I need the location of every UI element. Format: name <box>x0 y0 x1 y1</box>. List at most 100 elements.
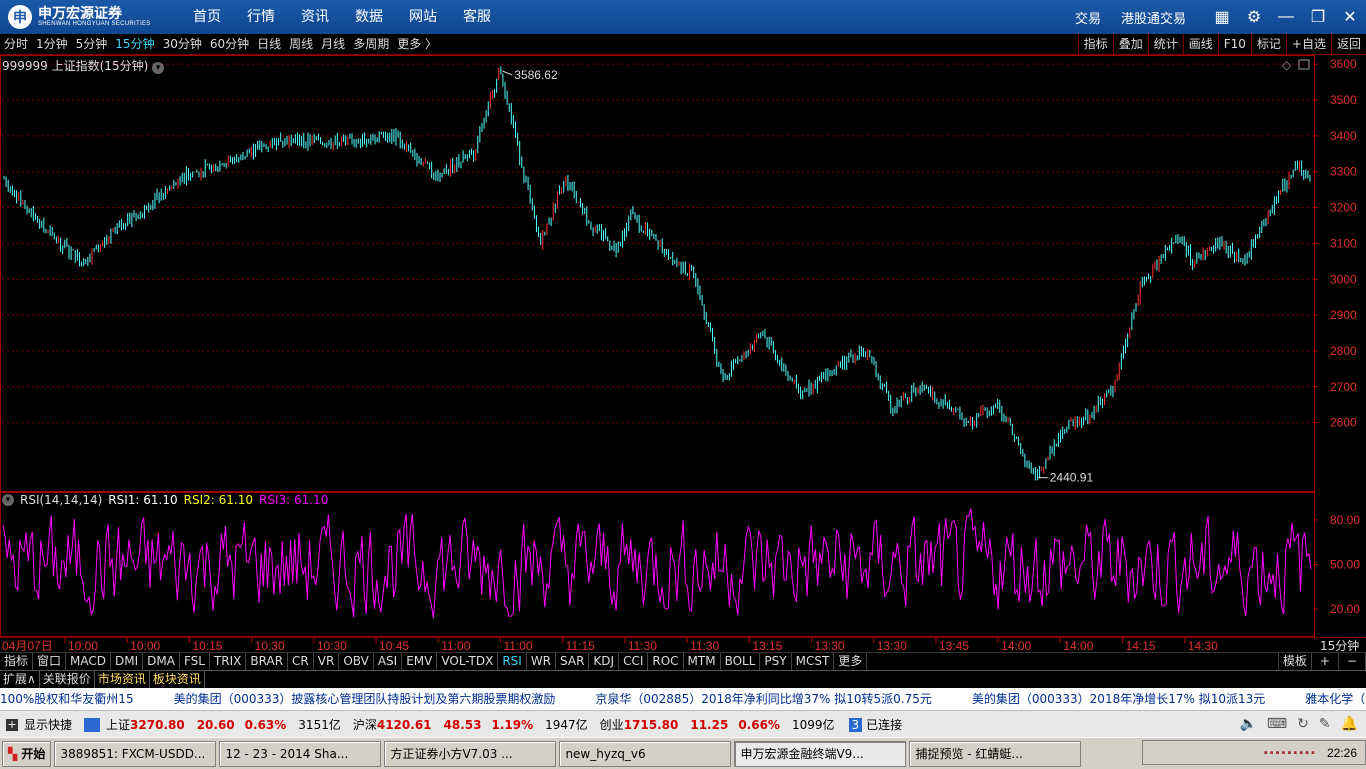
period-tab[interactable]: 1分钟 <box>32 34 72 54</box>
sound-icon[interactable]: 🔈 <box>1239 716 1256 732</box>
diamond-icon[interactable]: ◇ <box>1282 58 1292 72</box>
period-tab[interactable]: 更多 〉 <box>393 34 441 54</box>
template-button[interactable]: 模板 <box>1277 653 1312 670</box>
remove-icon[interactable]: − <box>1339 653 1366 670</box>
grid-icon[interactable]: ▦ <box>1211 6 1233 28</box>
nav-item[interactable]: 资讯 <box>288 0 342 34</box>
indicator-tab[interactable]: 窗口 <box>33 653 67 670</box>
indicator-tab[interactable]: MCST <box>792 653 835 670</box>
info-tab[interactable]: 板块资讯 <box>150 671 205 688</box>
indicator-tab[interactable]: RSI <box>498 653 527 670</box>
news-item[interactable]: 京泉华（002885）2018年净利同比增37% 拟10转5派0.75元 <box>595 692 931 706</box>
indicator-tab[interactable]: 指标 <box>0 653 34 670</box>
indicator-tab[interactable]: WR <box>527 653 557 670</box>
period-tab[interactable]: 周线 <box>285 34 317 54</box>
tool-icon[interactable]: ✎ <box>1319 716 1331 732</box>
tool-button[interactable]: 返回 <box>1330 34 1366 54</box>
nav-item[interactable]: 首页 <box>180 0 234 34</box>
rsi-title: ▾ RSI(14,14,14) RSI1: 61.10 RSI2: 61.10 … <box>2 493 328 507</box>
minimize-icon[interactable]: — <box>1275 6 1297 28</box>
indicator-tab[interactable]: OBV <box>339 653 374 670</box>
indicator-tab[interactable]: 更多 <box>834 653 868 670</box>
indicator-tab[interactable]: ROC <box>648 653 684 670</box>
period-tab[interactable]: 30分钟 <box>159 34 206 54</box>
indicator-tab[interactable]: CCI <box>619 653 649 670</box>
indicator-tab[interactable]: VOL-TDX <box>437 653 499 670</box>
y-tick-label: 3100 <box>1330 236 1357 250</box>
indicator-tab[interactable]: EMV <box>402 653 438 670</box>
gear-icon[interactable]: ⚙ <box>1243 6 1265 28</box>
indicator-tab[interactable]: CR <box>288 653 314 670</box>
rsi-chart[interactable]: 80.00 50.00 20.00 ▾ RSI(14,14,14) RSI1: 61… <box>0 492 1366 637</box>
taskbar-task[interactable]: 12 - 23 - 2014 Sha... <box>219 740 382 767</box>
nav-item[interactable]: 网站 <box>396 0 450 34</box>
indicator-tab[interactable]: TRIX <box>210 653 247 670</box>
bell-icon[interactable]: 🔔 <box>1341 716 1358 732</box>
chevron-down-icon[interactable]: ▾ <box>2 494 14 506</box>
indicator-tab[interactable]: MTM <box>684 653 721 670</box>
period-tab[interactable]: 日线 <box>253 34 285 54</box>
tool-button[interactable]: 标记 <box>1250 34 1286 54</box>
refresh-icon[interactable]: ↻ <box>1297 716 1309 732</box>
news-item[interactable]: 雅本化学（300261）2018 <box>1305 692 1366 706</box>
info-tab[interactable]: 扩展∧ <box>0 671 40 688</box>
top-nav: 首页 行情 资讯 数据 网站 客服 <box>180 0 504 34</box>
indicator-tab[interactable]: SAR <box>556 653 590 670</box>
hk-trade-link[interactable]: 港股通交易 <box>1121 8 1186 27</box>
indicator-tab[interactable]: ASI <box>374 653 403 670</box>
news-item[interactable]: 美的集团（000333）2018年净增长17% 拟10派13元 <box>972 692 1265 706</box>
taskbar-task[interactable]: 3889851: FXCM-USDD... <box>54 740 217 767</box>
period-tab[interactable]: 月线 <box>317 34 349 54</box>
taskbar-task[interactable]: new_hyzq_v6 <box>559 740 732 767</box>
period-tab[interactable]: 多周期 <box>349 34 393 54</box>
start-button[interactable]: ▚ 开始 <box>2 740 52 767</box>
tool-button[interactable]: 叠加 <box>1112 34 1148 54</box>
expand-icon[interactable]: + <box>6 718 18 731</box>
indicator-tab[interactable]: KDJ <box>589 653 620 670</box>
news-item[interactable]: 美的集团（000333）披露核心管理团队持股计划及第六期股票期权激励 <box>174 692 556 706</box>
tool-button[interactable]: 指标 <box>1077 34 1113 54</box>
logo: 申 申万宏源证券 SHENWAN HONGYUAN SECURITIES <box>8 4 151 30</box>
indicator-tab[interactable]: FSL <box>180 653 210 670</box>
indicator-tab[interactable]: VR <box>314 653 340 670</box>
time-tick-label: 14:15 <box>1126 639 1156 653</box>
chevron-down-icon[interactable]: ▾ <box>152 62 165 74</box>
info-tab[interactable]: 市场资讯 <box>95 671 150 688</box>
trade-link[interactable]: 交易 <box>1075 8 1101 27</box>
time-axis-svg: 04月07日 10:00 10:00 10:15 10:30 10:30 10:45 11:0… <box>2 638 1359 653</box>
period-tab[interactable]: 60分钟 <box>206 34 253 54</box>
close-icon[interactable]: ✕ <box>1339 6 1361 28</box>
nav-item[interactable]: 行情 <box>234 0 288 34</box>
tool-button[interactable]: 统计 <box>1147 34 1183 54</box>
rsi-name: RSI(14,14,14) <box>20 493 103 507</box>
taskbar-task[interactable]: 捕捉预览 - 红蜻蜓... <box>909 740 1082 767</box>
nav-item[interactable]: 客服 <box>450 0 504 34</box>
chart-icon[interactable] <box>84 717 101 732</box>
main-chart[interactable]: 3600 3500 3400 3300 3200 3100 3000 2900 2800 2700… <box>0 55 1366 492</box>
rsi-chart-svg[interactable]: 80.00 50.00 20.00 <box>0 492 1366 637</box>
price-chart-svg[interactable]: 3600 3500 3400 3300 3200 3100 3000 2900 2800 2700… <box>0 55 1366 492</box>
tool-button[interactable]: +自选 <box>1285 34 1331 54</box>
tool-button[interactable]: 画线 <box>1182 34 1218 54</box>
period-tab[interactable]: 15分钟 <box>111 34 158 54</box>
keyboard-icon[interactable]: ⌨ <box>1267 716 1287 732</box>
time-tick-label: 11:00 <box>503 639 532 653</box>
indicator-tab[interactable]: DMA <box>143 653 180 670</box>
indicator-tab[interactable]: PSY <box>760 653 792 670</box>
taskbar-task[interactable]: 方正证券小方V7.03 ... <box>384 740 557 767</box>
tool-button[interactable]: F10 <box>1217 34 1251 54</box>
indicator-tab[interactable]: BRAR <box>246 653 289 670</box>
nav-item[interactable]: 数据 <box>342 0 396 34</box>
indicator-tab[interactable]: DMI <box>111 653 144 670</box>
period-tab[interactable]: 分时 <box>0 34 32 54</box>
tray-icons[interactable]: ▪▪▪▪▪▪▪▪▪ <box>1264 747 1317 759</box>
info-tab[interactable]: 关联报价 <box>40 671 95 688</box>
indicator-tab[interactable]: MACD <box>66 653 112 670</box>
shortcut-label[interactable]: 显示快捷 <box>24 716 72 733</box>
period-tab[interactable]: 5分钟 <box>72 34 112 54</box>
add-icon[interactable]: + <box>1312 653 1339 670</box>
indicator-tab[interactable]: BOLL <box>721 653 761 670</box>
restore-icon[interactable]: ❐ <box>1307 6 1329 28</box>
news-item[interactable]: 100%股权和华友衢州15 <box>0 692 134 706</box>
taskbar-task[interactable]: 申万宏源金融终端V9... <box>734 740 907 767</box>
